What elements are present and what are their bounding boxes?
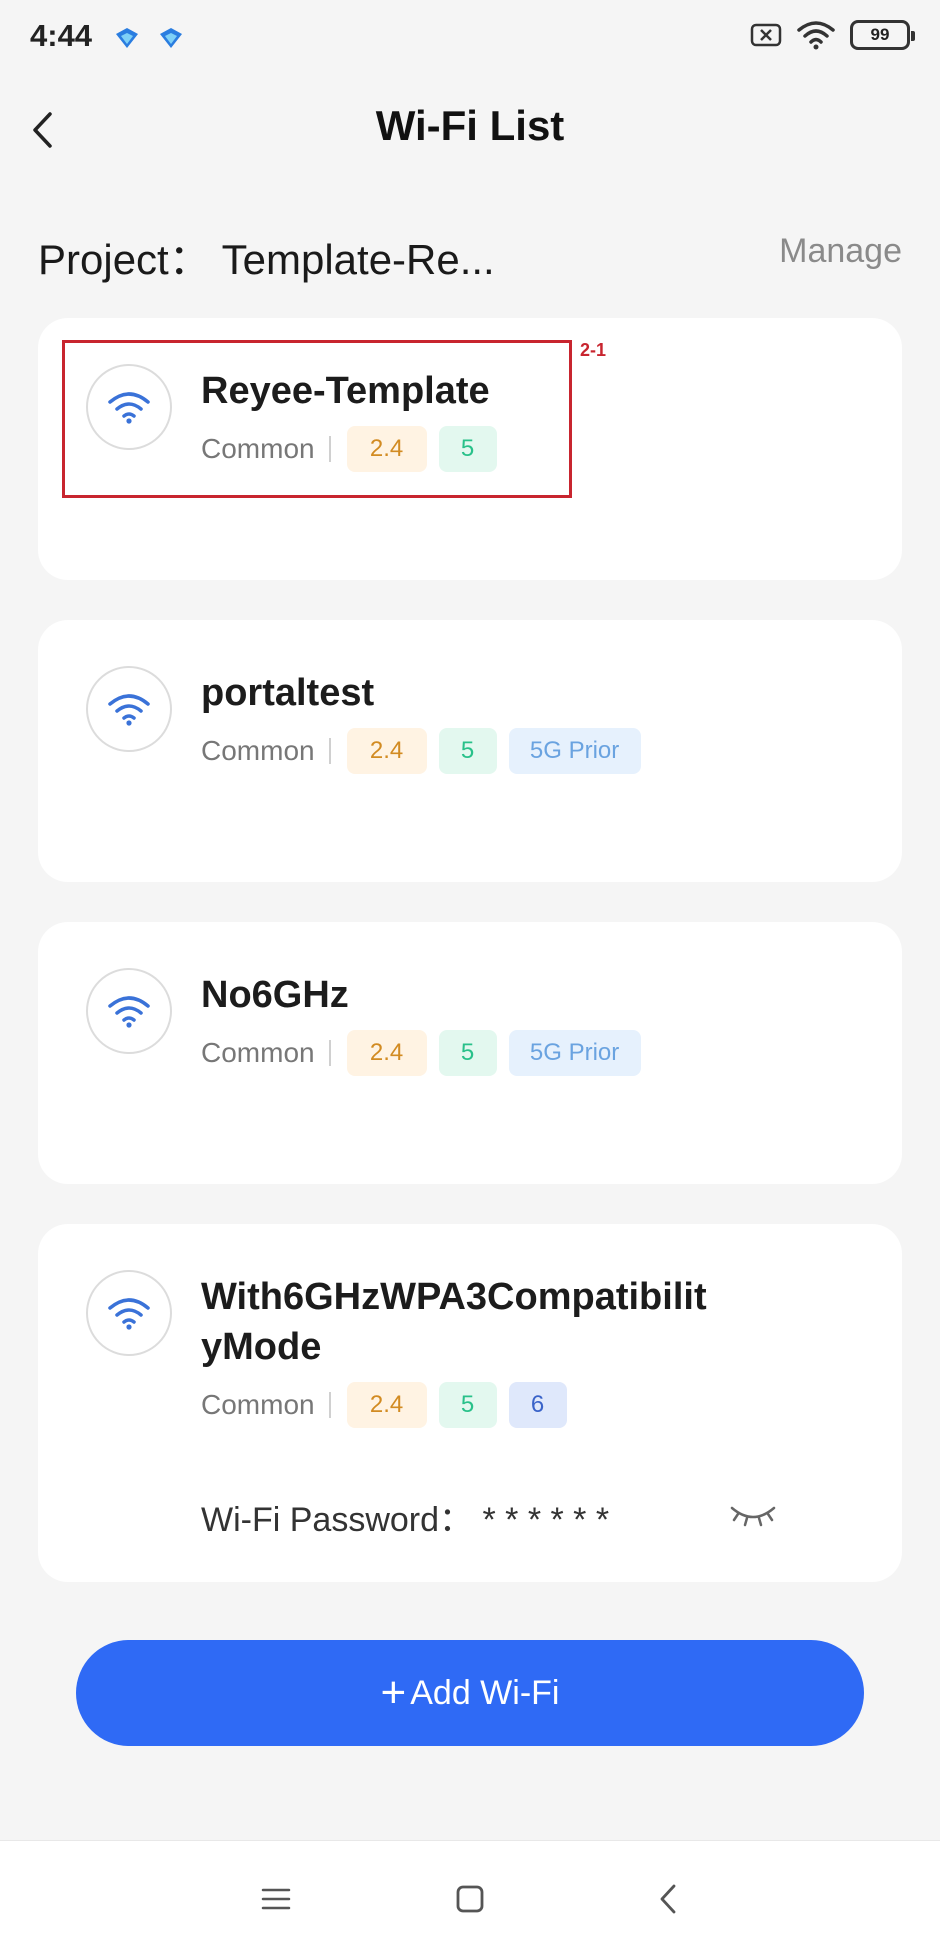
5g-prior-tag: 5G Prior [508, 1030, 641, 1076]
auth-type: Common [201, 735, 315, 766]
wifi-signal-icon [797, 21, 835, 50]
ssid-line-2: yMode [201, 1326, 322, 1368]
battery-icon: 99 [850, 20, 915, 50]
5g-prior-tag: 5G Prior [508, 728, 641, 774]
wifi-meta: Common 2.4 5 5G Prior [201, 1030, 653, 1076]
battery-level: 99 [870, 25, 890, 44]
ssid-label: With6GHzWPA3Compatibilit yMode [201, 1272, 707, 1372]
band-5-tag: 5 [438, 728, 497, 774]
toggle-password-button[interactable] [728, 1500, 778, 1530]
ssid-label: No6GHz [201, 974, 349, 1016]
band-24-tag: 2.4 [346, 728, 427, 774]
home-square-icon [456, 1885, 484, 1913]
wifi-password: Wi-Fi Password： * * * * * * [201, 1501, 610, 1539]
wifi-icon [86, 1270, 172, 1356]
page-title: Wi-Fi List [375, 102, 565, 149]
divider [328, 1040, 331, 1066]
status-time: 4:44 [30, 18, 93, 53]
wifi-card[interactable]: With6GHzWPA3Compatibilit yMode Common 2.… [38, 1224, 902, 1582]
annotation-label: 2-1 [580, 340, 607, 360]
menu-icon [261, 1888, 291, 1910]
home-button[interactable] [450, 1881, 490, 1917]
project-title: Project： Template-Re... [38, 236, 495, 283]
auth-type: Common [201, 1037, 315, 1068]
ssid-label: portaltest [201, 672, 375, 714]
wifi-list-screen: 4:44 99 Wi-Fi List Project： Template-Re.… [0, 0, 940, 1955]
wifi-icon [86, 666, 172, 752]
manage-link[interactable]: Manage [779, 232, 902, 271]
band-5-tag: 5 [438, 1030, 497, 1076]
wifi-icon [86, 968, 172, 1054]
add-wifi-label: Add Wi-Fi [410, 1673, 560, 1712]
add-wifi-button[interactable]: + Add Wi-Fi [76, 1640, 864, 1746]
eye-closed-icon [730, 1506, 776, 1527]
band-6-tag: 6 [508, 1382, 567, 1428]
wifi-glyph-icon [108, 694, 150, 726]
annotation-box [62, 340, 572, 498]
app-badge-icon [160, 28, 182, 48]
back-triangle-icon [660, 1884, 676, 1914]
divider [328, 1392, 331, 1418]
system-nav-bar [0, 1840, 940, 1955]
status-icons: 99 [750, 20, 915, 50]
wifi-meta: Common 2.4 5 6 [201, 1382, 579, 1428]
ssid-line-1: With6GHzWPA3Compatibilit [201, 1276, 707, 1318]
wifi-glyph-icon [108, 996, 150, 1028]
mute-icon [750, 23, 782, 47]
wifi-glyph-icon [108, 1298, 150, 1330]
nav-back-button[interactable] [648, 1881, 688, 1917]
plus-icon: + [380, 1668, 407, 1717]
status-bar: 4:44 99 [0, 0, 940, 80]
wifi-card[interactable]: No6GHz Common 2.4 5 5G Prior [38, 922, 902, 1184]
app-badge-icon [116, 28, 138, 48]
band-24-tag: 2.4 [346, 1030, 427, 1076]
band-24-tag: 2.4 [346, 1382, 427, 1428]
band-5-tag: 5 [438, 1382, 497, 1428]
menu-button[interactable] [256, 1881, 296, 1917]
divider [328, 738, 331, 764]
wifi-card[interactable]: portaltest Common 2.4 5 5G Prior [38, 620, 902, 882]
auth-type: Common [201, 1389, 315, 1420]
wifi-meta: Common 2.4 5 5G Prior [201, 728, 653, 774]
